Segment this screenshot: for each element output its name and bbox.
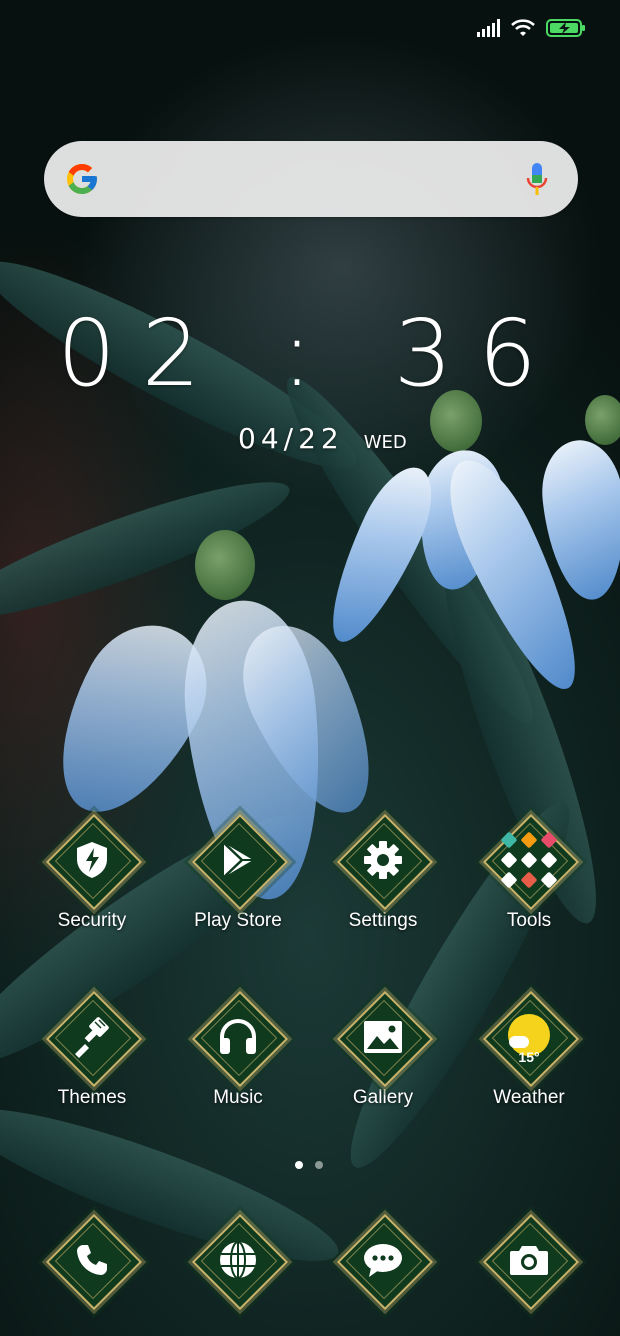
paintbrush-icon (44, 989, 140, 1085)
google-search-bar[interactable] (44, 141, 578, 217)
page-indicator[interactable] (295, 1161, 323, 1169)
clock-date[interactable]: 04/22 WED (238, 422, 407, 455)
app-themes[interactable]: Themes (27, 989, 157, 1109)
camera-icon (481, 1212, 577, 1308)
weather-temperature: 15° (518, 1049, 540, 1065)
weather-sun-icon: 15° (481, 989, 577, 1085)
clock-time[interactable]: 02 : 36 (0, 300, 620, 407)
page-dot-active[interactable] (295, 1161, 303, 1169)
app-label: Play Store (194, 910, 282, 931)
app-label: Security (57, 910, 127, 931)
app-tools-folder[interactable]: Tools (464, 812, 594, 932)
dock-messages[interactable] (318, 1212, 448, 1311)
status-bar (477, 14, 586, 42)
app-gallery[interactable]: Gallery (318, 989, 448, 1109)
app-label: Themes (57, 1087, 127, 1108)
play-store-icon (190, 812, 286, 908)
cloud-icon (509, 1036, 529, 1048)
headphones-icon (190, 989, 286, 1085)
picture-icon (335, 989, 431, 1085)
app-label: Settings (348, 910, 418, 931)
globe-icon (190, 1212, 286, 1308)
app-label: Weather (493, 1087, 565, 1108)
wifi-icon (510, 18, 536, 38)
app-label: Gallery (352, 1087, 414, 1108)
app-security[interactable]: Security (27, 812, 157, 932)
chat-bubble-icon (335, 1212, 431, 1308)
google-g-icon (67, 164, 97, 194)
app-music[interactable]: Music (173, 989, 303, 1109)
tools-folder-icon (481, 812, 577, 908)
weekday-text: WED (363, 432, 407, 453)
search-input[interactable] (120, 159, 504, 201)
date-text: 04/22 (238, 422, 344, 455)
page-dot[interactable] (315, 1161, 323, 1169)
phone-icon (44, 1212, 140, 1308)
dock-browser[interactable] (173, 1212, 303, 1311)
microphone-icon[interactable] (526, 163, 548, 197)
dock-phone[interactable] (27, 1212, 157, 1311)
app-settings[interactable]: Settings (318, 812, 448, 932)
battery-charging-icon (546, 18, 586, 38)
shield-bolt-icon (44, 812, 140, 908)
app-play-store[interactable]: Play Store (173, 812, 303, 932)
app-weather[interactable]: 15° Weather (464, 989, 594, 1109)
signal-bars-icon (477, 19, 500, 37)
dock-camera[interactable] (464, 1212, 594, 1311)
app-label: Tools (506, 910, 552, 931)
gear-icon (335, 812, 431, 908)
app-label: Music (213, 1087, 263, 1108)
